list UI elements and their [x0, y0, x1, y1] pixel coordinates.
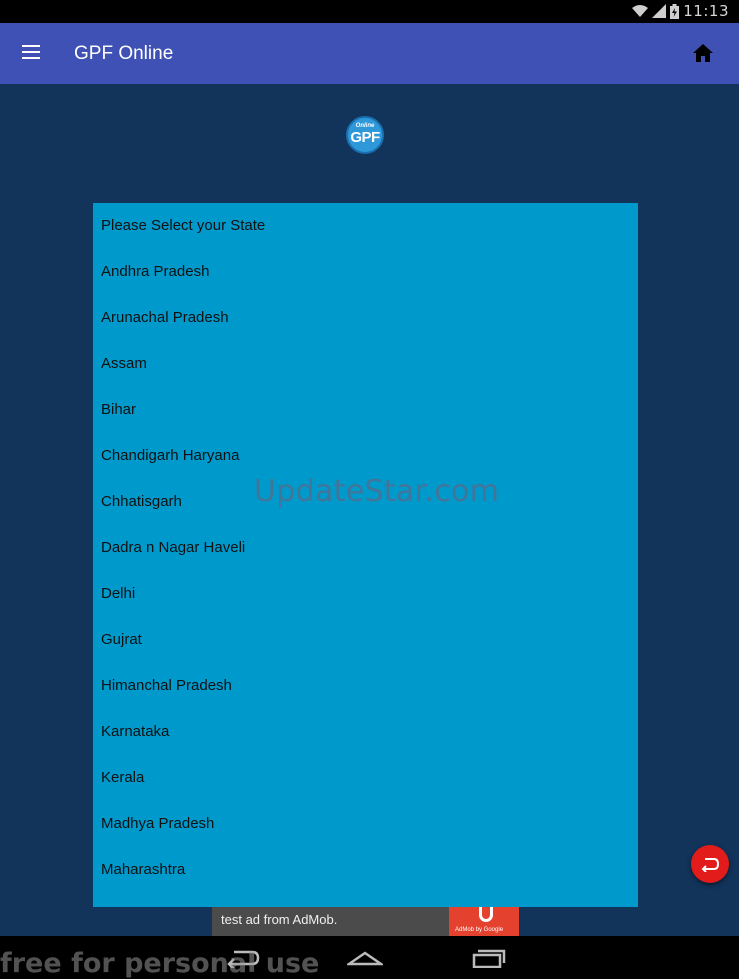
state-option[interactable]: Madhya Pradesh	[93, 801, 638, 847]
state-option[interactable]: Assam	[93, 341, 638, 387]
state-option-placeholder[interactable]: Please Select your State	[93, 203, 638, 249]
home-nav-icon[interactable]	[347, 948, 383, 968]
state-option[interactable]: Arunachal Pradesh	[93, 295, 638, 341]
updatestar-watermark: UpdateStar.com	[254, 474, 500, 509]
hamburger-menu-icon[interactable]	[22, 45, 40, 59]
state-option[interactable]: Andhra Pradesh	[93, 249, 638, 295]
ad-logo-caption: AdMob by Google	[455, 927, 504, 933]
battery-charging-icon	[670, 3, 680, 19]
logo-main-text: GPF	[350, 129, 380, 146]
signal-icon	[652, 4, 667, 18]
status-icons: 11:13	[632, 2, 729, 20]
state-dropdown-list[interactable]: Please Select your State Andhra Pradesh …	[93, 203, 638, 907]
status-time: 11:13	[683, 2, 729, 20]
ad-banner[interactable]: test ad from AdMob. AdMob by Google	[212, 907, 519, 936]
back-fab-button[interactable]	[691, 845, 729, 883]
wifi-icon	[632, 5, 649, 17]
recents-icon[interactable]	[472, 948, 506, 968]
state-option[interactable]: Maharashtra	[93, 847, 638, 893]
undo-back-icon	[701, 858, 719, 872]
admob-logo: AdMob by Google	[449, 907, 519, 936]
state-option[interactable]: Himanchal Pradesh	[93, 663, 638, 709]
state-option[interactable]: Dadra n Nagar Haveli	[93, 525, 638, 571]
app-title: GPF Online	[74, 43, 174, 64]
footer-watermark: free for personal use	[0, 948, 320, 979]
status-bar: 11:13	[0, 0, 739, 23]
state-option[interactable]: Gujrat	[93, 617, 638, 663]
state-option[interactable]: Delhi	[93, 571, 638, 617]
state-option[interactable]: Chandigarh Haryana	[93, 433, 638, 479]
state-option[interactable]: Karnataka	[93, 709, 638, 755]
app-bar: GPF Online	[0, 23, 739, 84]
state-option[interactable]: Bihar	[93, 387, 638, 433]
ad-text: test ad from AdMob.	[221, 912, 338, 927]
home-icon[interactable]	[693, 44, 713, 62]
gpf-logo: Online GPF	[346, 116, 384, 154]
admob-mark-icon	[479, 907, 493, 922]
state-option[interactable]: Kerala	[93, 755, 638, 801]
